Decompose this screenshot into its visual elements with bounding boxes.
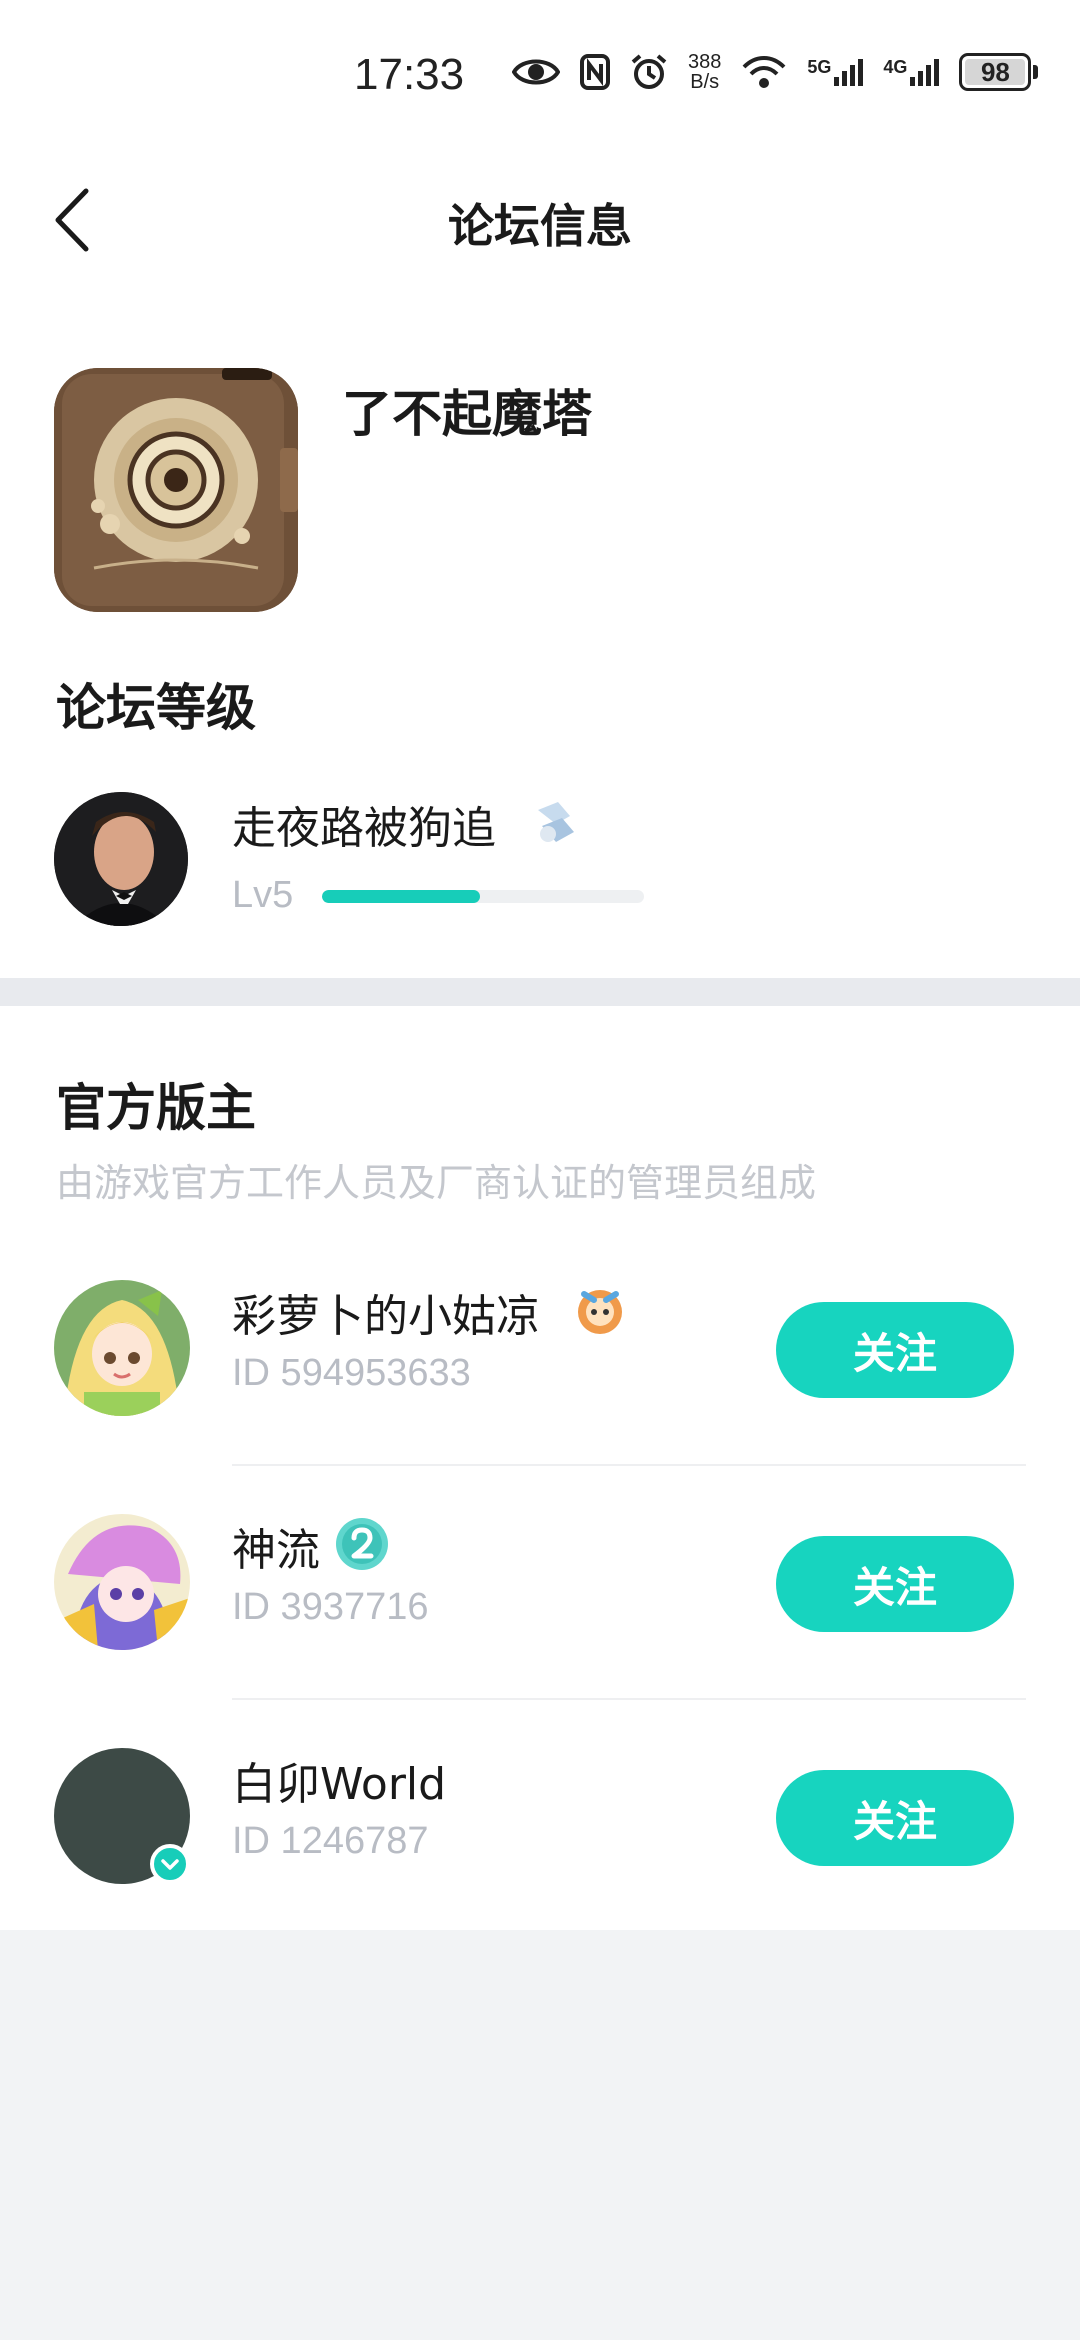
follow-button[interactable]: 关注 bbox=[776, 1536, 1014, 1632]
battery-body: 98 bbox=[959, 53, 1032, 91]
battery-level: 98 bbox=[980, 56, 1010, 87]
moderators-heading: 官方版主 bbox=[56, 1079, 256, 1137]
moderator-badge-icon bbox=[572, 1282, 628, 1338]
level-2-badge-icon bbox=[334, 1516, 390, 1572]
moderators-subtitle: 由游戏官方工作人员及厂商认证的管理员组成 bbox=[56, 1161, 817, 1205]
network-speed: 388 B/s bbox=[688, 52, 721, 92]
net-5g-label: 5G bbox=[807, 57, 832, 77]
row-divider bbox=[232, 1698, 1026, 1700]
follow-button[interactable]: 关注 bbox=[776, 1302, 1014, 1398]
avatar[interactable] bbox=[54, 1280, 190, 1416]
section-divider bbox=[0, 978, 1080, 1006]
forum-info-card: 了不起魔塔 论坛等级 走夜路被狗追 Lv5 bbox=[0, 280, 1080, 978]
status-icons: 388 B/s 5G 4G 98 bbox=[512, 52, 1039, 92]
user-badge-icon bbox=[528, 796, 582, 850]
moderators-section: 官方版主 由游戏官方工作人员及厂商认证的管理员组成 彩萝卜的小姑凉 ID 594… bbox=[0, 1006, 1080, 1930]
moderator-id: ID 3937716 bbox=[232, 1586, 429, 1628]
row-divider bbox=[232, 1464, 1026, 1466]
moderator-name: 彩萝卜的小姑凉 bbox=[232, 1291, 540, 1342]
app-header: 论坛信息 bbox=[0, 160, 1080, 280]
speed-value: 388 bbox=[688, 51, 722, 73]
follow-button[interactable]: 关注 bbox=[776, 1770, 1014, 1866]
user-level-label: Lv5 bbox=[232, 874, 294, 916]
list-item[interactable]: 彩萝卜的小姑凉 ID 594953633 关注 bbox=[0, 1280, 1080, 1512]
avatar[interactable] bbox=[54, 1514, 190, 1650]
moderator-id: ID 1246787 bbox=[232, 1820, 429, 1862]
avatar[interactable] bbox=[54, 792, 188, 926]
forum-info-page: 17:33 388 B/s 5G 4G 98 论坛信息 了不起魔塔 论坛等级 走… bbox=[0, 0, 1080, 2340]
moderator-name: 白卯World bbox=[232, 1759, 447, 1810]
level-progress-fill bbox=[322, 890, 480, 903]
signal-4g-icon: 4G bbox=[883, 57, 940, 87]
wifi-icon bbox=[741, 55, 787, 89]
forum-level-heading: 论坛等级 bbox=[56, 679, 256, 737]
moderator-name: 神流 bbox=[232, 1525, 320, 1576]
level-progress-bar bbox=[322, 890, 644, 903]
alarm-icon bbox=[630, 53, 668, 91]
eye-icon bbox=[512, 55, 560, 89]
signal-5g-icon: 5G bbox=[807, 57, 864, 87]
forum-name: 了不起魔塔 bbox=[342, 385, 592, 443]
list-item[interactable]: 白卯World ID 1246787 关注 bbox=[0, 1748, 1080, 1980]
net-4g-label: 4G bbox=[883, 57, 908, 77]
verified-icon bbox=[150, 1844, 190, 1884]
list-item[interactable]: 神流 ID 3937716 关注 bbox=[0, 1514, 1080, 1746]
speed-unit: B/s bbox=[690, 71, 720, 93]
page-title: 论坛信息 bbox=[448, 199, 632, 253]
status-bar: 17:33 388 B/s 5G 4G 98 bbox=[0, 0, 1080, 160]
nfc-icon bbox=[580, 54, 610, 90]
user-name: 走夜路被狗追 bbox=[232, 803, 496, 854]
status-time: 17:33 bbox=[354, 50, 465, 99]
avatar[interactable] bbox=[54, 1748, 190, 1884]
battery-icon: 98 bbox=[959, 53, 1039, 91]
forum-icon bbox=[54, 368, 298, 612]
moderator-id: ID 594953633 bbox=[232, 1352, 471, 1394]
